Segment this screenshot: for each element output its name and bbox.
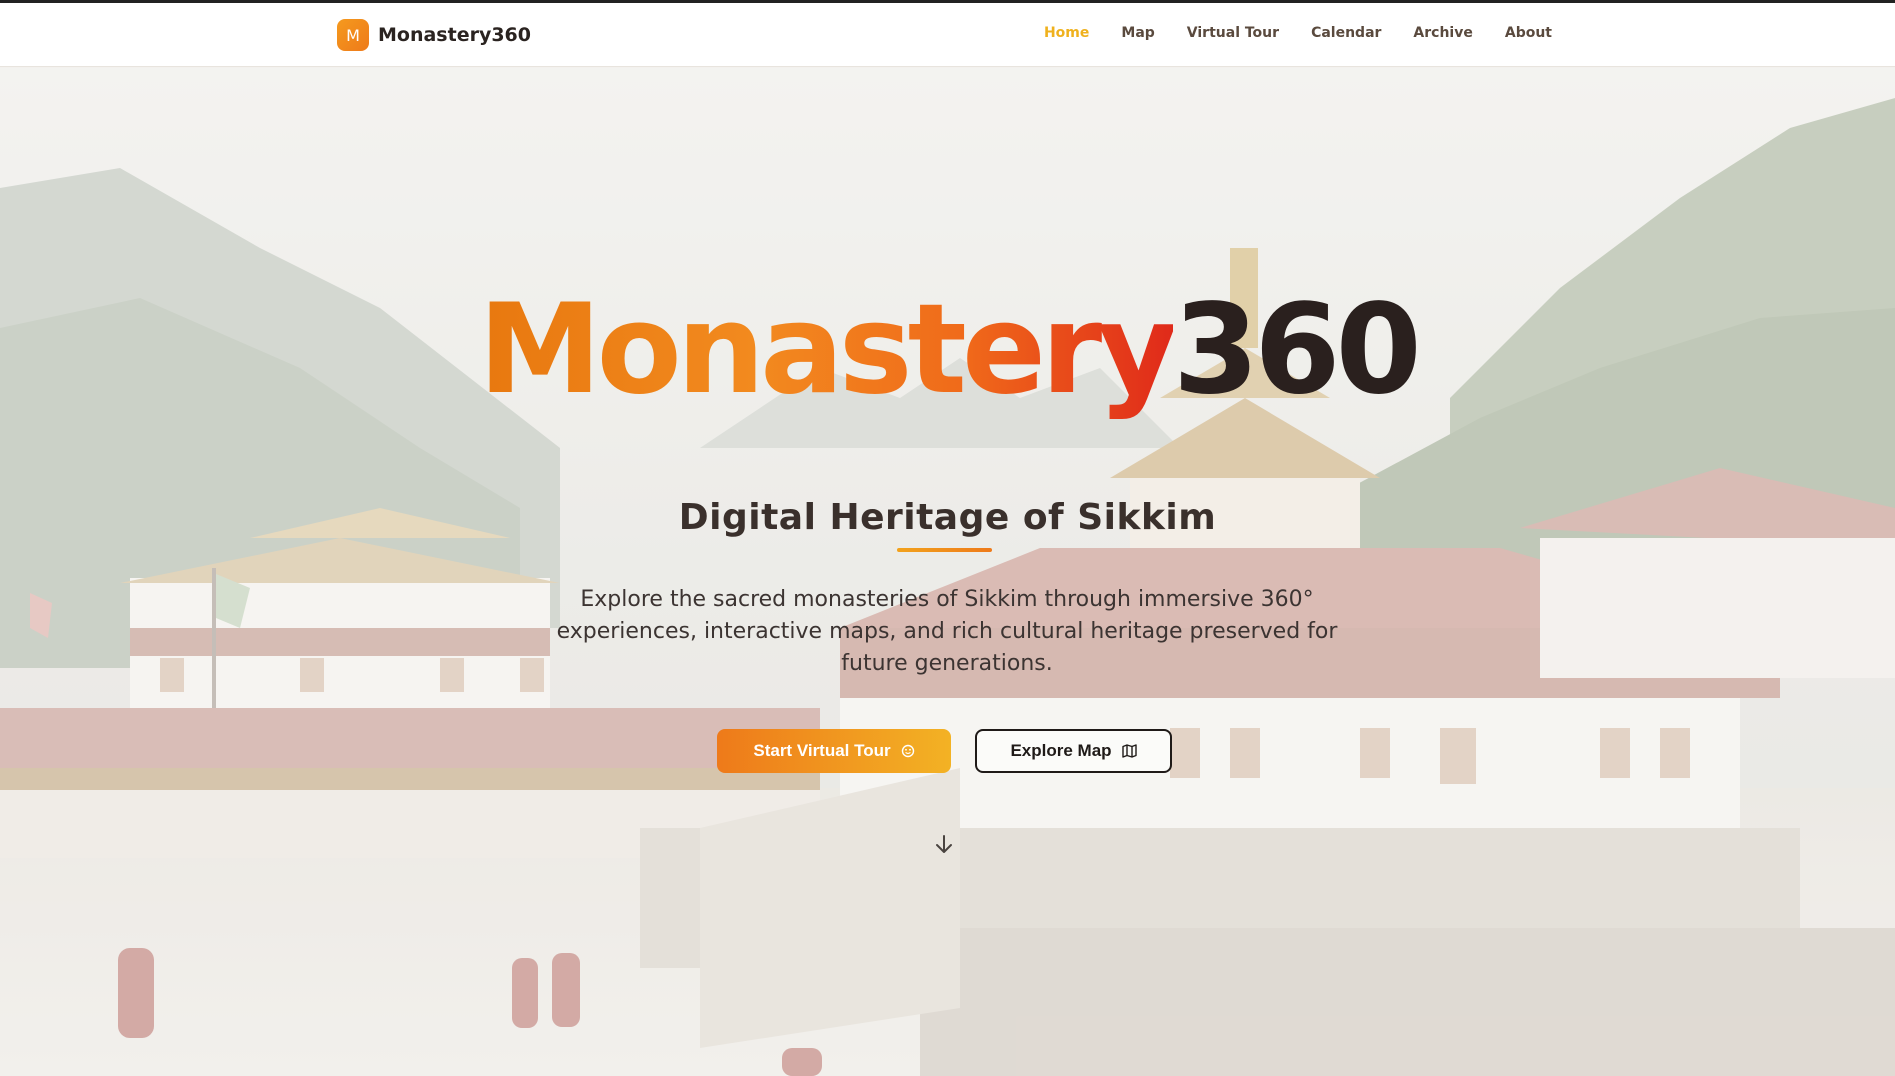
- brand-name: Monastery360: [378, 24, 532, 46]
- explore-map-button[interactable]: Explore Map: [975, 729, 1172, 773]
- arrow-down-icon[interactable]: [934, 834, 954, 856]
- start-virtual-tour-button[interactable]: Start Virtual Tour: [717, 729, 951, 773]
- start-virtual-tour-label: Start Virtual Tour: [753, 741, 891, 760]
- brand-badge-icon: M: [337, 19, 369, 51]
- explore-map-label: Explore Map: [1010, 741, 1112, 760]
- hero-section: [0, 68, 1895, 1076]
- hero-title-360: 360: [1172, 278, 1422, 422]
- nav-link-virtual-tour[interactable]: Virtual Tour: [1187, 25, 1279, 41]
- nav-links: Home Map Virtual Tour Calendar Archive A…: [1044, 25, 1552, 41]
- hero-description: Explore the sacred monasteries of Sikkim…: [556, 587, 1338, 676]
- nav-link-archive[interactable]: Archive: [1413, 25, 1472, 41]
- nav-link-map[interactable]: Map: [1121, 25, 1154, 41]
- nav-link-home[interactable]: Home: [1044, 25, 1089, 41]
- hero-title-monastery: Monastery: [478, 278, 1178, 422]
- subtitle-underline: [897, 548, 992, 552]
- nav-link-calendar[interactable]: Calendar: [1311, 25, 1381, 41]
- compass-icon: [901, 744, 914, 758]
- hero-title: Monastery360: [0, 288, 1895, 412]
- nav-link-about[interactable]: About: [1505, 25, 1552, 41]
- map-icon: [1121, 744, 1137, 758]
- hero-overlay: [0, 68, 1895, 1076]
- navbar: M Monastery360 Home Map Virtual Tour Cal…: [0, 3, 1895, 67]
- brand-logo[interactable]: M Monastery360: [337, 19, 531, 51]
- hero-subtitle: Digital Heritage of Sikkim: [678, 497, 1217, 538]
